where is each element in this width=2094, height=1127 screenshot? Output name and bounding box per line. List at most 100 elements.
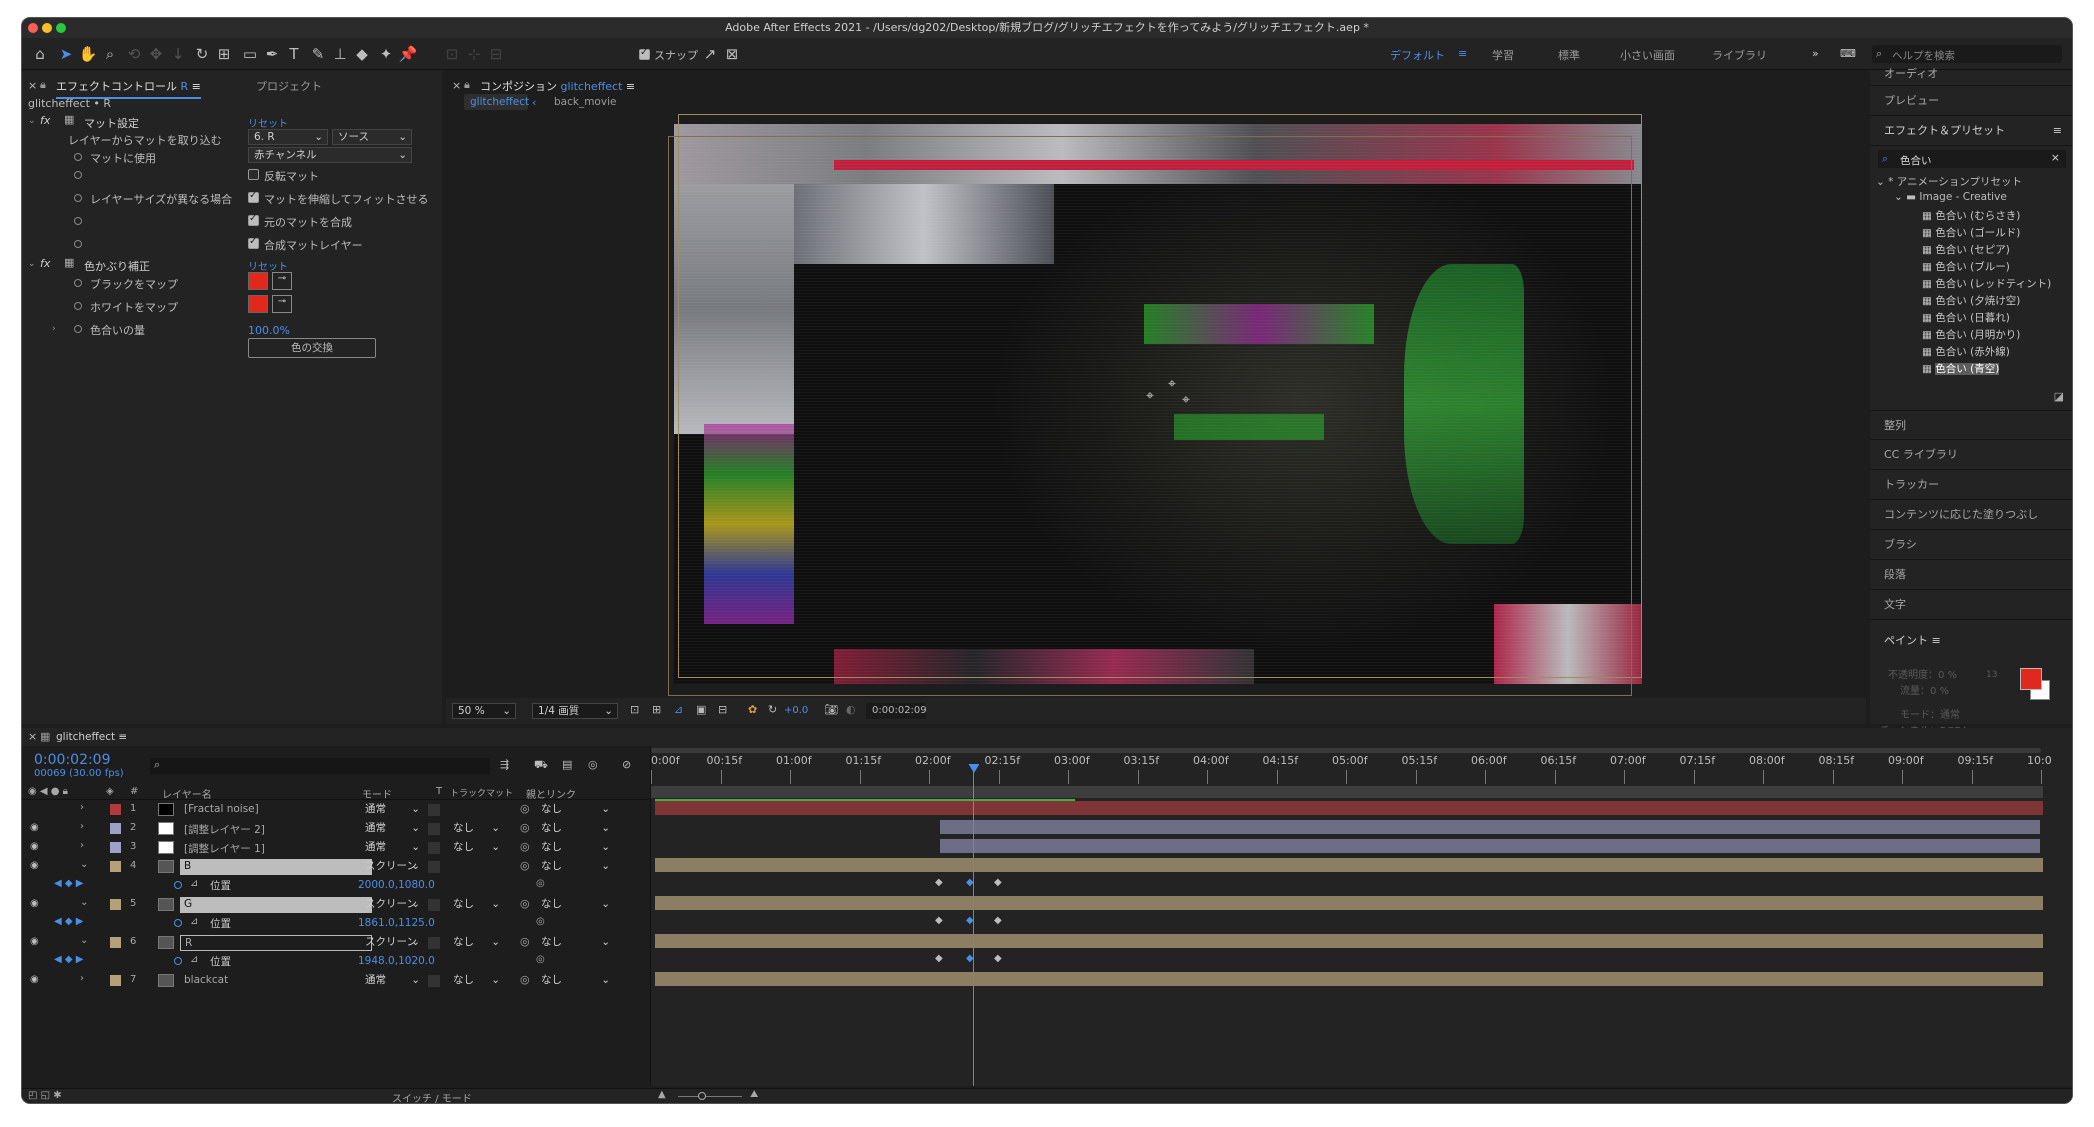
- blend-mode-select[interactable]: スクリーン ⌄: [360, 897, 422, 913]
- layer-row[interactable]: ◉ › 2 [調整レイヤー 2] 通常 ⌄ なし ⌄ ◎ なし ⌄: [22, 820, 649, 838]
- pickwhip-icon[interactable]: ◎: [520, 802, 530, 815]
- workspace-switch-icon[interactable]: ⌨: [1840, 47, 1856, 60]
- effect1-expand-icon[interactable]: ⌄: [28, 116, 36, 126]
- anchor-point-icon[interactable]: ⌖: [1146, 388, 1154, 404]
- expand-layer-icon[interactable]: ›: [80, 821, 84, 832]
- invert-matte-checkbox[interactable]: [248, 169, 259, 180]
- home-icon[interactable]: ⌂: [30, 44, 50, 64]
- panel-paint[interactable]: ペイント ≡: [1870, 626, 2072, 656]
- tab-project[interactable]: プロジェクト: [256, 78, 322, 94]
- panel-paragraph[interactable]: 段落: [1870, 560, 2072, 590]
- composition-viewer[interactable]: [674, 124, 1642, 684]
- pickwhip-icon[interactable]: ◎: [536, 878, 545, 889]
- effect1-preset-icon[interactable]: ▦: [64, 113, 74, 126]
- blend-mode-select[interactable]: スクリーン ⌄: [360, 935, 422, 951]
- region-of-interest-icon[interactable]: ▣: [696, 703, 706, 716]
- reset-exposure-icon[interactable]: ↻: [768, 703, 777, 716]
- zoom-select[interactable]: 50 % ⌄: [452, 703, 516, 719]
- map-black-swatch[interactable]: [248, 272, 268, 290]
- timeline-graph[interactable]: 0:00f 00:15f 01:00f 01:15f 02:00f 02:15f 03:00…: [650, 746, 2072, 1086]
- keyframe-icon[interactable]: ◆: [935, 953, 943, 964]
- label-color-swatch[interactable]: [110, 823, 121, 834]
- timeline-zoom-slider[interactable]: [678, 1092, 742, 1100]
- pickwhip-icon[interactable]: ◎: [520, 840, 530, 853]
- panel-content-aware-fill[interactable]: コンテンツに応じた塗りつぶし: [1870, 500, 2072, 530]
- axis-world-icon[interactable]: ⊹: [464, 44, 484, 64]
- blend-mode-select[interactable]: 通常 ⌄: [360, 821, 422, 837]
- label-color-swatch[interactable]: [110, 975, 121, 986]
- keyframe-icon[interactable]: ◆: [994, 915, 1002, 926]
- pickwhip-icon[interactable]: ◎: [520, 859, 530, 872]
- text-tool-icon[interactable]: T: [284, 44, 304, 64]
- snapshot-icon[interactable]: 📷︎: [824, 703, 838, 716]
- time-ruler[interactable]: 0:00f 00:15f 01:00f 01:15f 02:00f 02:15f 03:00…: [651, 746, 2072, 798]
- position-property-row[interactable]: ◀ ◆ ▶ ⊿ 位置 1948.0,1020.0 ◎: [22, 953, 649, 971]
- layer-name-cell[interactable]: B: [180, 859, 372, 875]
- layer-row[interactable]: › 1 [Fractal noise] 通常 ⌄ ◎ なし ⌄: [22, 801, 649, 819]
- snap-grid-icon[interactable]: ⊠: [722, 44, 742, 64]
- close-window-icon[interactable]: [28, 23, 38, 33]
- frame-blend-icon[interactable]: ▤: [562, 758, 572, 771]
- lock-icon[interactable]: 🔒︎: [464, 78, 470, 92]
- label-color-swatch[interactable]: [110, 804, 121, 815]
- orbit-tool-icon[interactable]: ⟲: [124, 44, 144, 64]
- stopwatch-icon[interactable]: [174, 919, 182, 927]
- fast-preview-icon[interactable]: ⊡: [630, 703, 639, 716]
- panel-cc-libraries[interactable]: CC ライブラリ: [1870, 440, 2072, 470]
- composite-matte-checkbox[interactable]: [248, 213, 259, 226]
- stopwatch-icon[interactable]: [74, 217, 82, 225]
- tab-effect-controls[interactable]: エフェクトコントロール R ≡: [56, 78, 201, 99]
- layer-name-cell[interactable]: [調整レイヤー 1]: [180, 840, 372, 856]
- keyframe-nav-icon[interactable]: ◀ ◆ ▶: [54, 916, 83, 927]
- parent-select[interactable]: なし ⌄: [536, 802, 612, 818]
- layer-name-cell[interactable]: [調整レイヤー 2]: [180, 821, 372, 837]
- resolution-select[interactable]: 1/4 画質 ⌄: [532, 703, 618, 719]
- preserve-transparency-box[interactable]: [428, 823, 440, 835]
- clear-search-icon[interactable]: ×: [2051, 151, 2060, 164]
- track-matte-select[interactable]: なし ⌄: [448, 935, 502, 951]
- zoom-in-icon[interactable]: ⛰: [750, 1089, 758, 1100]
- layer-name-cell[interactable]: blackcat: [180, 973, 372, 989]
- expand-layer-icon[interactable]: ›: [80, 973, 84, 984]
- stopwatch-icon[interactable]: [74, 279, 82, 287]
- lock-icon[interactable]: 🔒︎: [40, 78, 46, 92]
- fx-icon[interactable]: fx: [40, 257, 50, 270]
- panel-close-icon[interactable]: ×: [28, 79, 37, 92]
- preset-item[interactable]: ▦ 色合い (ブルー): [1922, 259, 2010, 274]
- effect1-reset-link[interactable]: リセット: [248, 115, 288, 130]
- rotate-tool-icon[interactable]: ↻: [192, 44, 212, 64]
- more-workspaces-icon[interactable]: »: [1812, 47, 1819, 60]
- preset-item[interactable]: ▦ 色合い (セピア): [1922, 242, 2010, 257]
- preserve-transparency-box[interactable]: [428, 899, 440, 911]
- zoom-out-icon[interactable]: ▲: [658, 1089, 666, 1100]
- layer-row[interactable]: ◉ ⌄ 6 R スクリーン ⌄ なし ⌄ ◎ なし ⌄: [22, 934, 649, 952]
- viewer-timecode[interactable]: 0:00:02:09: [866, 703, 927, 719]
- breadcrumb-active[interactable]: glitcheffect: [464, 94, 529, 110]
- stretch-matte-checkbox[interactable]: [248, 190, 259, 203]
- anchor-point-icon[interactable]: ⌖: [1182, 392, 1190, 408]
- preserve-transparency-box[interactable]: [428, 861, 440, 873]
- zoom-window-icon[interactable]: [56, 23, 66, 33]
- panel-align[interactable]: 整列: [1870, 410, 2072, 440]
- switch-mode-toggle[interactable]: スイッチ / モード: [392, 1090, 472, 1103]
- preset-item[interactable]: ▦ 色合い (レッドティント): [1922, 276, 2051, 291]
- shy-layers-icon[interactable]: ⛟: [534, 758, 548, 773]
- effect2-expand-icon[interactable]: ⌄: [28, 259, 36, 269]
- visibility-eye-icon[interactable]: ◉: [30, 822, 39, 833]
- amount-value[interactable]: 100.0%: [248, 324, 290, 337]
- pickwhip-icon[interactable]: ◎: [520, 821, 530, 834]
- parent-select[interactable]: なし ⌄: [536, 821, 612, 837]
- expand-layer-icon[interactable]: ⌄: [80, 897, 88, 908]
- anchor-point-icon[interactable]: ⌖: [1168, 376, 1176, 392]
- panel-character[interactable]: 文字: [1870, 590, 2072, 620]
- pickwhip-icon[interactable]: ◎: [520, 897, 530, 910]
- position-value[interactable]: 1861.0,1125.0: [358, 917, 435, 929]
- preserve-transparency-box[interactable]: [428, 975, 440, 987]
- preserve-transparency-box[interactable]: [428, 804, 440, 816]
- panel-preview[interactable]: プレビュー: [1870, 86, 2072, 116]
- expand-layer-icon[interactable]: ⌄: [80, 935, 88, 946]
- brush-tool-icon[interactable]: ✎: [308, 44, 328, 64]
- axis-local-icon[interactable]: ⊡: [442, 44, 462, 64]
- minimize-window-icon[interactable]: [42, 23, 52, 33]
- tab-composition[interactable]: コンポジション glitcheffect ≡: [480, 78, 635, 94]
